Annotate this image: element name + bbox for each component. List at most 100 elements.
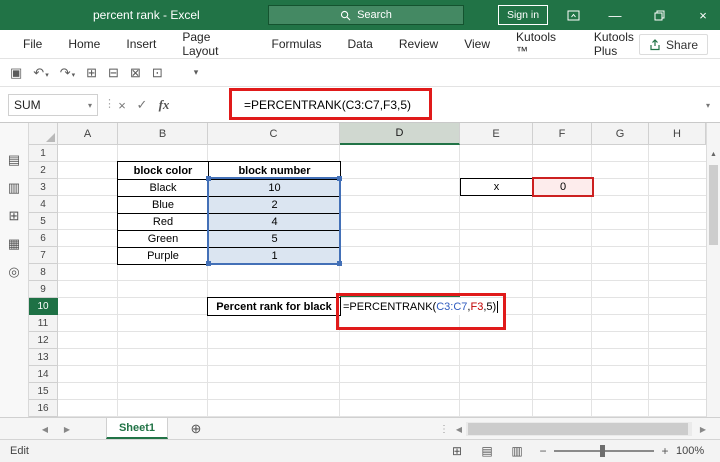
page-break-view-icon[interactable]: ▥ (506, 440, 528, 462)
tab-formulas[interactable]: Formulas (258, 30, 334, 58)
column-header-g[interactable]: G (592, 123, 649, 145)
scroll-up-icon[interactable]: ▲ (707, 147, 720, 161)
column-header-b[interactable]: B (118, 123, 208, 145)
column-header-d[interactable]: D (340, 123, 460, 145)
zoom-slider-thumb[interactable] (600, 445, 605, 457)
tab-scrollbar-splitter[interactable]: ⋮ (438, 418, 450, 440)
search-input[interactable]: Search (268, 5, 464, 25)
redo-button[interactable]: ↷ ▾ (60, 66, 75, 79)
row-header-1[interactable]: 1 (29, 145, 58, 162)
column-header-e[interactable]: E (460, 123, 533, 145)
column-header-a[interactable]: A (58, 123, 118, 145)
row-header-15[interactable]: 15 (29, 383, 58, 400)
window-title: percent rank - Excel (93, 8, 200, 22)
previous-sheet-icon[interactable]: ◀ (36, 418, 54, 440)
sign-in-button[interactable]: Sign in (498, 5, 548, 25)
range-handle[interactable] (337, 176, 342, 181)
zoom-level[interactable]: 100% (676, 440, 704, 462)
add-sheet-icon[interactable]: ⊕ (186, 418, 206, 440)
tab-page-layout[interactable]: Page Layout (169, 30, 258, 58)
sheet-tab-sheet1[interactable]: Sheet1 (106, 418, 168, 439)
range-handle[interactable] (206, 261, 211, 266)
zoom-out-icon[interactable]: − (532, 440, 554, 462)
vertical-scrollbar-thumb[interactable] (709, 165, 718, 245)
horizontal-scrollbar[interactable] (466, 422, 692, 436)
cell-b5[interactable]: Red (118, 213, 208, 230)
tab-data[interactable]: Data (335, 30, 386, 58)
row-header-4[interactable]: 4 (29, 196, 58, 213)
qat-cell-icon[interactable]: ⊡ (152, 66, 163, 79)
expand-formula-bar-icon[interactable]: ▾ (700, 94, 716, 116)
row-header-2[interactable]: 2 (29, 162, 58, 179)
clipboard-pane-icon[interactable]: ⊞ (9, 209, 20, 222)
select-all-corner[interactable] (29, 123, 58, 145)
redo-dropdown-icon: ▾ (71, 72, 76, 79)
save-icon[interactable]: ▣ (10, 66, 22, 79)
row-header-12[interactable]: 12 (29, 332, 58, 349)
column-header-h[interactable]: H (649, 123, 706, 145)
row-header-14[interactable]: 14 (29, 366, 58, 383)
normal-view-icon[interactable]: ⊞ (446, 440, 468, 462)
row-header-10[interactable]: 10 (29, 298, 58, 315)
horizontal-scrollbar-thumb[interactable] (468, 423, 688, 435)
next-sheet-icon[interactable]: ▶ (58, 418, 76, 440)
restore-button[interactable] (642, 0, 676, 30)
cell-f3[interactable]: 0 (532, 177, 594, 197)
close-button[interactable]: × (686, 0, 720, 30)
scroll-right-icon[interactable]: ▶ (694, 418, 712, 440)
workbook-pane-icon[interactable]: ▤ (8, 153, 20, 166)
cell-b4[interactable]: Blue (118, 196, 208, 213)
row-header-16[interactable]: 16 (29, 400, 58, 417)
tab-home[interactable]: Home (55, 30, 113, 58)
row-header-7[interactable]: 7 (29, 247, 58, 264)
tab-kutools[interactable]: Kutools ™ (503, 30, 581, 58)
ribbon-display-options-button[interactable] (556, 0, 590, 30)
qat-borders-icon[interactable]: ⊟ (108, 66, 119, 79)
undo-dropdown-icon: ▾ (45, 72, 49, 79)
share-button[interactable]: Share (638, 34, 708, 55)
tab-view[interactable]: View (451, 30, 503, 58)
customize-qat-chevron-icon[interactable]: ▾ (194, 67, 199, 78)
row-header-6[interactable]: 6 (29, 230, 58, 247)
insert-function-button[interactable]: fx (154, 94, 174, 116)
name-box-value: SUM (14, 98, 41, 112)
tab-review[interactable]: Review (386, 30, 451, 58)
row-header-11[interactable]: 11 (29, 315, 58, 332)
cell-b7[interactable]: Purple (118, 247, 208, 264)
cell-c10[interactable]: Percent rank for black (207, 297, 341, 316)
cell-e3[interactable]: x (460, 178, 533, 196)
redo-icon: ↷ (59, 65, 71, 80)
gridline (648, 145, 649, 417)
row-header-8[interactable]: 8 (29, 264, 58, 281)
row-header-13[interactable]: 13 (29, 349, 58, 366)
name-box[interactable]: SUM ▾ (8, 94, 98, 116)
tab-insert[interactable]: Insert (113, 30, 169, 58)
column-list-pane-icon[interactable]: ▦ (8, 237, 20, 250)
zoom-in-icon[interactable]: + (654, 440, 676, 462)
row-header-9[interactable]: 9 (29, 281, 58, 298)
cell-b6[interactable]: Green (118, 230, 208, 247)
qat-table-icon[interactable]: ⊞ (86, 66, 97, 79)
name-box-dropdown-icon: ▾ (87, 100, 92, 110)
column-header-f[interactable]: F (533, 123, 592, 145)
title-bar: percent rank - Excel Search Sign in — × (0, 0, 720, 30)
vertical-scrollbar[interactable]: ▲ (706, 123, 720, 417)
undo-button[interactable]: ↶ ▾ (33, 66, 48, 79)
range-handle[interactable] (337, 261, 342, 266)
qat-merge-icon[interactable]: ⊠ (130, 66, 141, 79)
cell-b2[interactable]: block color (118, 162, 208, 179)
enter-button[interactable]: ✓ (132, 94, 152, 116)
cell-b3[interactable]: Black (118, 179, 208, 196)
tab-file[interactable]: File (10, 30, 55, 58)
range-handle[interactable] (206, 176, 211, 181)
page-layout-view-icon[interactable]: ▤ (476, 440, 498, 462)
excel-window: percent rank - Excel Search Sign in — × … (0, 0, 720, 462)
minimize-button[interactable]: — (598, 0, 632, 30)
find-pane-icon[interactable]: ◎ (8, 265, 19, 278)
row-header-5[interactable]: 5 (29, 213, 58, 230)
row-header-3[interactable]: 3 (29, 179, 58, 196)
column-header-c[interactable]: C (208, 123, 340, 145)
worksheet-pane-icon[interactable]: ▥ (8, 181, 20, 194)
cancel-button[interactable]: × (112, 94, 132, 116)
ribbon-tab-bar: File Home Insert Page Layout Formulas Da… (0, 30, 720, 59)
